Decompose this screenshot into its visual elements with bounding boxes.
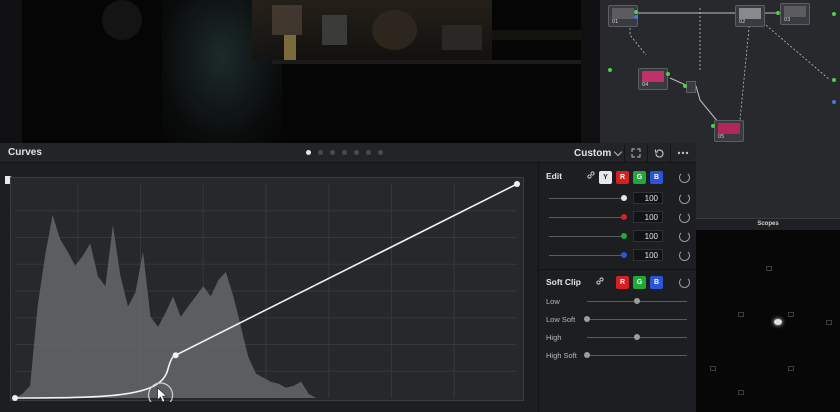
curves-panel: Curves Custom Edit Y R G B 100 100 100 1…: [0, 143, 697, 412]
soft-clip-label: Low Soft: [546, 315, 576, 324]
output-connector[interactable]: [832, 100, 836, 104]
edit-slider-knob[interactable]: [621, 252, 627, 258]
edit-value-field[interactable]: 100: [633, 211, 663, 223]
control-point-0[interactable]: [12, 395, 18, 401]
vectorscope[interactable]: [696, 230, 840, 412]
reset-icon[interactable]: [679, 212, 690, 223]
control-point-2[interactable]: [514, 181, 520, 187]
edit-value-field[interactable]: 100: [633, 230, 663, 242]
edit-slider-knob[interactable]: [621, 214, 627, 220]
node-label: 03: [784, 17, 791, 23]
page-dot[interactable]: [366, 150, 371, 155]
channel-r-button[interactable]: R: [616, 171, 629, 184]
chevron-down-icon: [613, 147, 623, 156]
link-icon[interactable]: [586, 170, 596, 180]
soft-clip-label: Low: [546, 297, 560, 306]
page-dot[interactable]: [342, 150, 347, 155]
page-dot[interactable]: [318, 150, 323, 155]
soft-clip-slider-track[interactable]: [587, 355, 687, 356]
reset-edit-icon[interactable]: [679, 172, 690, 183]
vectorscope-target: [738, 390, 744, 395]
vectorscope-target: [826, 320, 832, 325]
page-dot[interactable]: [354, 150, 359, 155]
edit-value-field[interactable]: 100: [633, 249, 663, 261]
viewer[interactable]: [0, 0, 600, 143]
soft-clip-slider-knob[interactable]: [584, 316, 590, 322]
reset-icon[interactable]: [679, 250, 690, 261]
node-05[interactable]: 05: [714, 120, 744, 142]
scopes-header: Scopes: [696, 218, 840, 230]
soft-clip-slider-knob[interactable]: [584, 352, 590, 358]
vectorscope-target: [788, 366, 794, 371]
soft-clip-slider-knob[interactable]: [634, 334, 640, 340]
soft-clip-b-button[interactable]: B: [650, 276, 663, 289]
curve-controls: Edit YRGB 100 100 100 100 Soft Clip RGB Low…: [538, 163, 697, 412]
edit-value-field[interactable]: 100: [633, 192, 663, 204]
more-options-icon[interactable]: [676, 146, 690, 160]
node-04[interactable]: 04: [638, 68, 668, 90]
expand-icon[interactable]: [629, 146, 643, 160]
output-connector[interactable]: [832, 12, 836, 16]
page-dot[interactable]: [306, 150, 311, 155]
node-02[interactable]: 02: [735, 5, 765, 27]
control-point-1[interactable]: [172, 352, 179, 359]
node-label: 01: [612, 19, 619, 25]
edit-slider-track[interactable]: [549, 217, 627, 218]
page-dot[interactable]: [330, 150, 335, 155]
channel-y-button[interactable]: Y: [599, 171, 612, 184]
edit-slider-knob[interactable]: [621, 195, 627, 201]
output-connector[interactable]: [634, 15, 638, 19]
soft-clip-g-button[interactable]: G: [633, 276, 646, 289]
soft-clip-title: Soft Clip: [546, 277, 581, 287]
vectorscope-target: [710, 366, 716, 371]
video-frame[interactable]: [22, 0, 581, 143]
edit-slider-track[interactable]: [549, 198, 627, 199]
vectorscope-target: [766, 266, 772, 271]
resolve-color-page: 01 02 03 04 05 Scopes Curves Custom Edit…: [0, 0, 840, 412]
vectorscope-target: [738, 312, 744, 317]
node-03[interactable]: 03: [780, 3, 810, 25]
channel-b-button[interactable]: B: [650, 171, 663, 184]
input-connector[interactable]: [608, 68, 612, 72]
input-connector[interactable]: [683, 84, 687, 88]
vectorscope-target: [788, 312, 794, 317]
edit-slider-track[interactable]: [549, 255, 627, 256]
reset-all-icon[interactable]: [652, 146, 666, 160]
curve-graph[interactable]: [10, 177, 525, 402]
edit-slider-track[interactable]: [549, 236, 627, 237]
curves-header: Curves Custom: [0, 143, 696, 163]
soft-clip-r-button[interactable]: R: [616, 276, 629, 289]
channel-g-button[interactable]: G: [633, 171, 646, 184]
output-connector[interactable]: [666, 72, 670, 76]
input-connector[interactable]: [776, 11, 780, 15]
curve-plot[interactable]: [11, 178, 525, 402]
palette-page-indicator[interactable]: [306, 150, 383, 155]
page-dot[interactable]: [378, 150, 383, 155]
reset-icon[interactable]: [679, 231, 690, 242]
mixer-node[interactable]: [686, 81, 696, 93]
vectorscope-trace: [774, 319, 782, 325]
node-label: 02: [739, 19, 746, 25]
curves-mode-label: Custom: [574, 147, 612, 159]
soft-clip-slider-knob[interactable]: [634, 298, 640, 304]
soft-clip-label: High Soft: [546, 351, 577, 360]
node-label: 04: [642, 82, 649, 88]
reset-icon[interactable]: [679, 193, 690, 204]
edit-title: Edit: [546, 171, 563, 181]
node-label: 05: [718, 134, 725, 140]
output-connector[interactable]: [832, 78, 836, 82]
panel-title: Curves: [8, 147, 42, 158]
link-icon[interactable]: [595, 276, 605, 286]
scopes-title: Scopes: [757, 221, 779, 227]
edit-slider-knob[interactable]: [621, 233, 627, 239]
output-connector[interactable]: [634, 10, 638, 14]
curves-mode-dropdown[interactable]: Custom: [574, 146, 623, 160]
reset-soft-clip-icon[interactable]: [679, 277, 690, 288]
soft-clip-label: High: [546, 333, 562, 342]
soft-clip-slider-track[interactable]: [587, 319, 687, 320]
input-connector[interactable]: [711, 124, 715, 128]
